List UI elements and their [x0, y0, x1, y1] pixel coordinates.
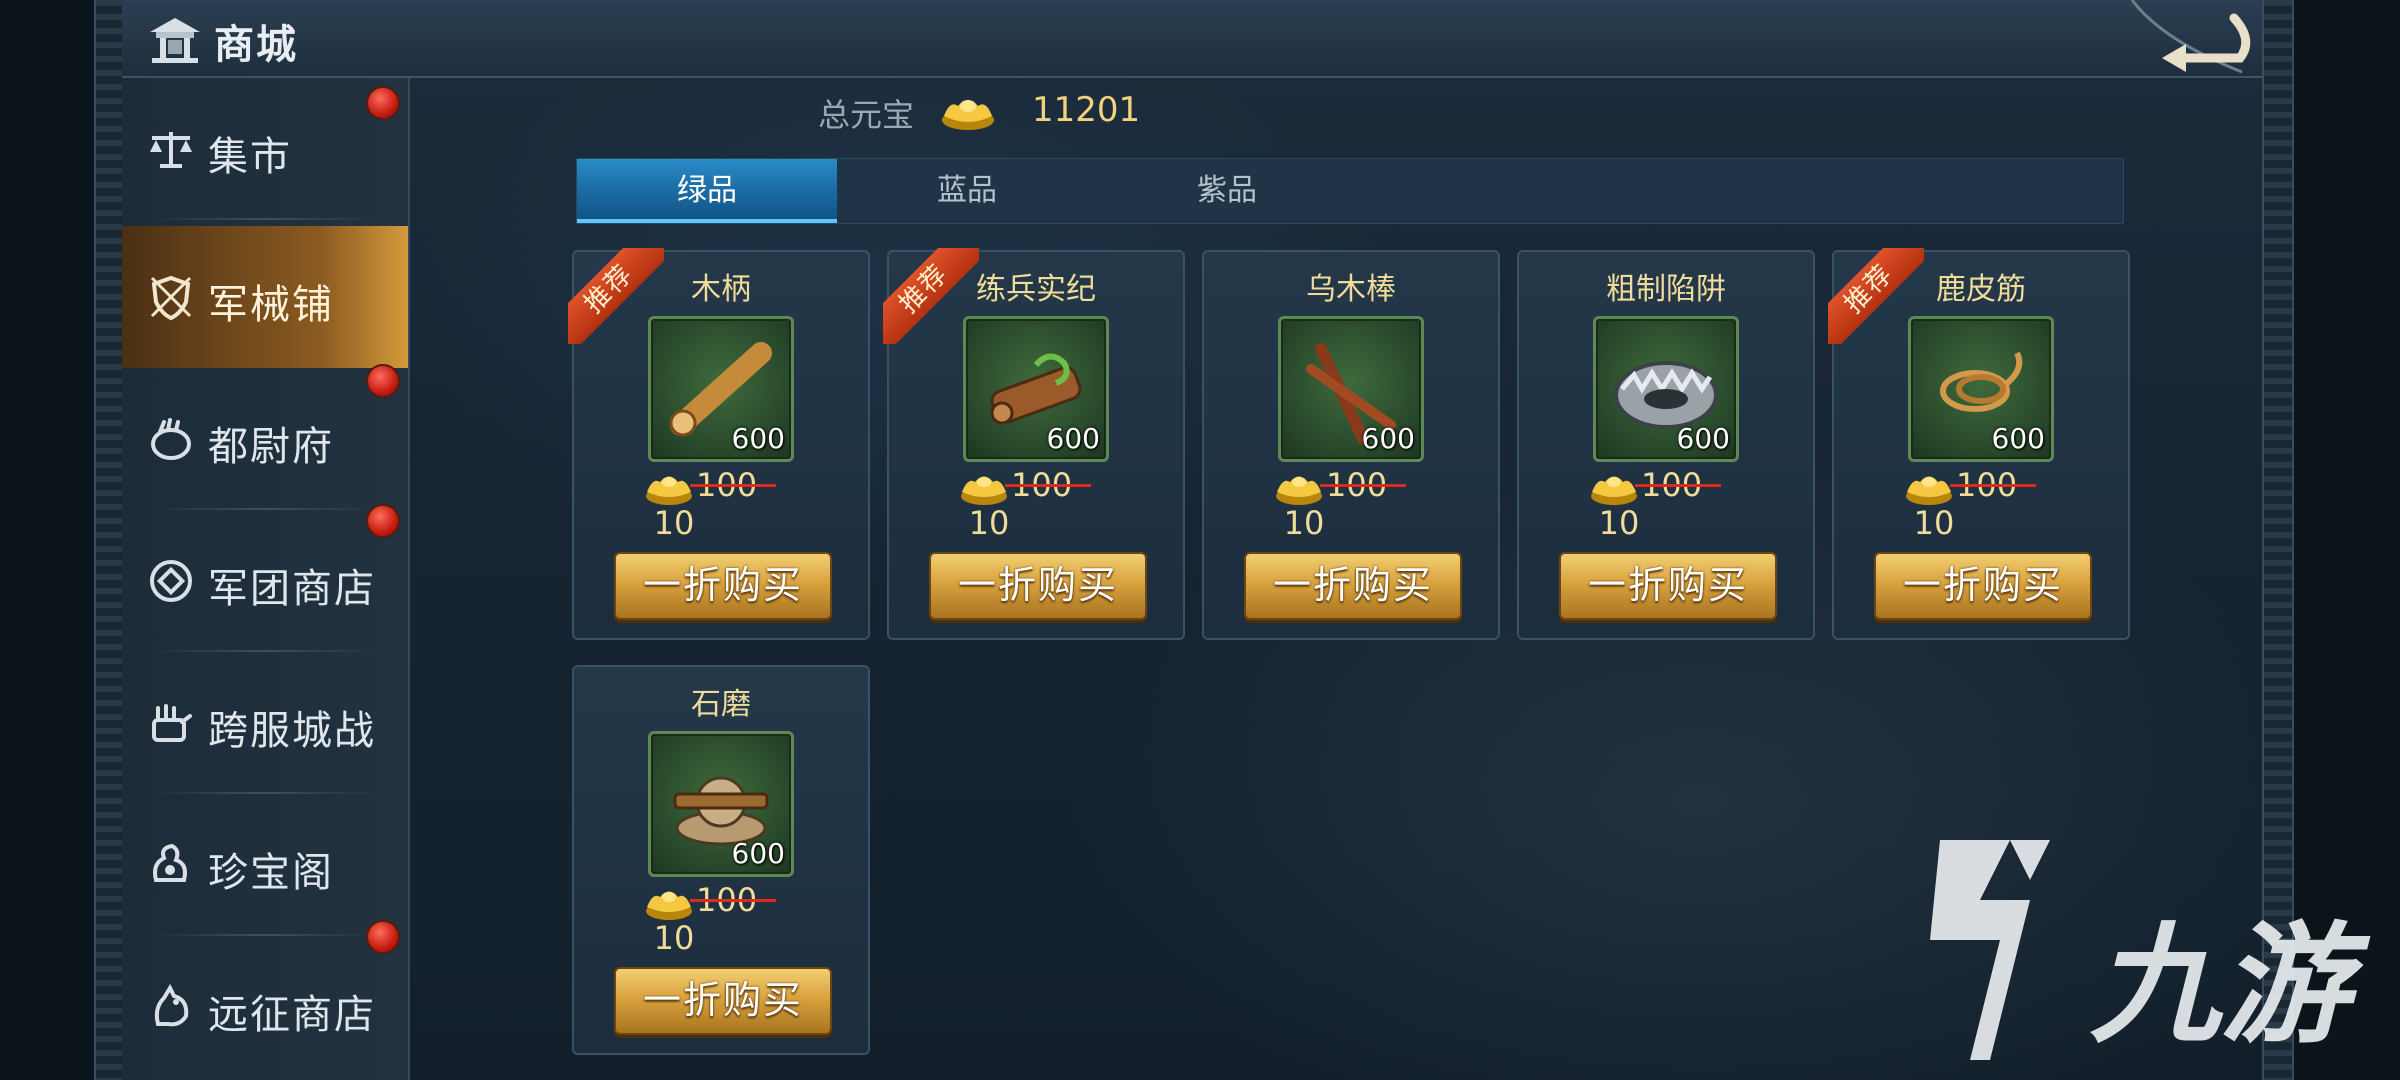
buy-discount-button[interactable]: 一折购买	[614, 552, 832, 620]
strikethrough-line	[690, 484, 776, 487]
item-name: 粗制陷阱	[1606, 272, 1726, 307]
tab-blue[interactable]: 蓝品	[837, 159, 1097, 223]
item-card: 练兵实纪 推荐 600 100 10 一折购买	[883, 248, 1185, 640]
watermark-text: 九游	[2090, 909, 2351, 1061]
discount-price: 10	[653, 919, 695, 957]
sidebar-item-market[interactable]: 集市	[122, 78, 408, 220]
buy-discount-button[interactable]: 一折购买	[1874, 552, 2092, 620]
item-name: 石磨	[691, 687, 751, 722]
original-price: 100	[1635, 466, 1721, 504]
total-ingot-value: 11201	[1032, 90, 1141, 130]
scales-icon	[150, 132, 192, 168]
gold-ingot-icon	[942, 100, 994, 130]
fist-icon	[152, 704, 192, 742]
item-icon-frame[interactable]: 600	[963, 316, 1109, 462]
total-ingot-label: 总元宝	[818, 96, 915, 134]
buy-discount-button[interactable]: 一折购买	[614, 967, 832, 1035]
sidebar-item-label: 军械铺	[208, 282, 334, 328]
shop-building-icon	[150, 18, 200, 63]
item-card: 乌木棒 600 100 10 一折购买	[1202, 250, 1500, 640]
gold-ingot-icon	[1276, 476, 1322, 505]
notification-badge	[366, 364, 400, 398]
item-quantity: 600	[1676, 422, 1730, 455]
treasure-icon	[153, 843, 187, 882]
left-screen-edge	[0, 0, 94, 1080]
item-quantity: 600	[731, 837, 785, 870]
item-quantity: 600	[1361, 422, 1415, 455]
sidebar-item-label: 珍宝阁	[208, 850, 334, 896]
item-name: 乌木棒	[1306, 272, 1396, 307]
item-card: 石磨 600 100 10 一折购买	[572, 665, 870, 1055]
shield-sword-icon	[150, 275, 192, 321]
sidebar-item-armory[interactable]: 军械铺	[122, 226, 408, 368]
discount-price: 10	[1598, 504, 1640, 542]
gold-ingot-icon	[961, 476, 1007, 505]
buy-discount-button[interactable]: 一折购买	[1244, 552, 1462, 620]
buy-discount-button[interactable]: 一折购买	[1559, 552, 1777, 620]
original-price: 100	[690, 466, 776, 504]
notification-badge	[366, 504, 400, 538]
gold-ingot-icon	[646, 891, 692, 920]
strikethrough-line	[1320, 484, 1406, 487]
discount-price: 10	[1913, 504, 1955, 542]
back-arrow-icon	[2130, 0, 2251, 74]
quality-tab-bar: 绿品 蓝品 紫品	[576, 158, 2124, 224]
discount-price: 10	[1283, 504, 1325, 542]
header-bar: 商城	[122, 0, 2262, 78]
hand-icon	[151, 418, 191, 460]
notification-badge	[366, 86, 400, 120]
item-card: 木柄 推荐 600 100 10 一折购买	[568, 248, 870, 640]
sidebar-item-commandery[interactable]: 都尉府	[122, 364, 408, 510]
gold-ingot-icon	[1906, 476, 1952, 505]
sidebar-item-cross-server-war[interactable]: 跨服城战	[122, 652, 408, 794]
sidebar-item-label: 远征商店	[208, 992, 376, 1038]
discount-price: 10	[968, 504, 1010, 542]
item-card: 鹿皮筋 推荐 600 100 10 一折购买	[1828, 248, 2130, 640]
strikethrough-line	[1950, 484, 2036, 487]
item-icon-frame[interactable]: 600	[1278, 316, 1424, 462]
original-price: 100	[1950, 466, 2036, 504]
page-title: 商城	[214, 22, 298, 68]
original-price: 100	[1320, 466, 1406, 504]
sidebar-item-legion-shop[interactable]: 军团商店	[122, 504, 408, 652]
horse-icon	[154, 983, 189, 1027]
item-quantity: 600	[731, 422, 785, 455]
original-price: 100	[1005, 466, 1091, 504]
item-icon-frame[interactable]: 600	[1908, 316, 2054, 462]
original-price: 100	[690, 881, 776, 919]
item-icon-frame[interactable]: 600	[648, 316, 794, 462]
sidebar-item-label: 集市	[208, 134, 292, 180]
buy-discount-button[interactable]: 一折购买	[929, 552, 1147, 620]
item-quantity: 600	[1046, 422, 1100, 455]
item-quantity: 600	[1991, 422, 2045, 455]
tab-purple[interactable]: 紫品	[1097, 159, 1357, 223]
back-button[interactable]	[2122, 0, 2262, 76]
gold-ingot-icon	[646, 476, 692, 505]
discount-price: 10	[653, 504, 695, 542]
tab-green[interactable]: 绿品	[577, 159, 837, 223]
sidebar-item-expedition-shop[interactable]: 远征商店	[122, 920, 408, 1078]
gold-ingot-icon	[1591, 476, 1637, 505]
item-icon-frame[interactable]: 600	[648, 731, 794, 877]
item-card: 粗制陷阱 600 100 10 一折购买	[1517, 250, 1815, 640]
sidebar: 集市 军械铺 都尉府 军团商店 跨服城战 珍宝阁 远征商店	[122, 78, 410, 1080]
divider	[152, 218, 378, 220]
sidebar-item-label: 都尉府	[208, 424, 334, 470]
notification-badge	[366, 920, 400, 954]
coin-icon	[150, 560, 192, 602]
strikethrough-line	[1005, 484, 1091, 487]
strikethrough-line	[690, 899, 776, 902]
strikethrough-line	[1635, 484, 1721, 487]
item-icon-frame[interactable]: 600	[1593, 316, 1739, 462]
sidebar-item-treasure-pavilion[interactable]: 珍宝阁	[122, 794, 408, 936]
sidebar-item-label: 跨服城战	[208, 708, 376, 754]
sidebar-item-label: 军团商店	[208, 566, 376, 612]
